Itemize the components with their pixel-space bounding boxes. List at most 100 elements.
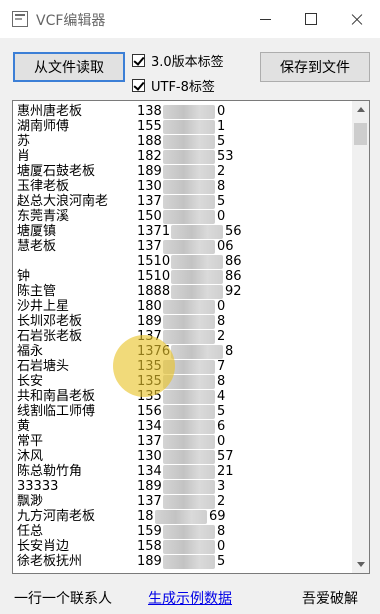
contact-phone-start: 1888 bbox=[137, 284, 171, 299]
redacted-phone-digits bbox=[163, 450, 215, 464]
contact-phone-start: 137 bbox=[137, 434, 162, 449]
scroll-up-icon[interactable] bbox=[352, 101, 369, 118]
one-contact-per-line-hint: 一行一个联系人 bbox=[14, 591, 112, 607]
contact-row: 湖南师傅 155 1 bbox=[17, 119, 347, 134]
contacts-list: 惠州唐老板 138 0 湖南师傅 155 1 苏 188 5 肖 182 53 塘厦石鼓老板 189 2 玉律… bbox=[17, 104, 347, 569]
redacted-phone-digits bbox=[163, 420, 215, 434]
contact-phone-end: 5 bbox=[217, 554, 226, 569]
minimize-icon[interactable] bbox=[242, 0, 288, 38]
contact-row: 共和南昌老板 135 4 bbox=[17, 389, 347, 404]
contact-row: 塘厦石鼓老板 189 2 bbox=[17, 164, 347, 179]
scroll-down-icon[interactable] bbox=[352, 556, 369, 573]
contact-name: 九方河南老板 bbox=[17, 509, 96, 524]
vertical-scrollbar[interactable] bbox=[352, 101, 369, 573]
contact-row: 东莞青溪 150 0 bbox=[17, 209, 347, 224]
contact-phone-end: 6 bbox=[217, 419, 226, 434]
redacted-phone-digits bbox=[163, 465, 215, 479]
contact-row: 飘渺 137 2 bbox=[17, 494, 347, 509]
contact-name: 33333 bbox=[17, 479, 59, 494]
contact-phone-start: 189 bbox=[137, 554, 162, 569]
contact-row: 慧老板 137 06 bbox=[17, 239, 347, 254]
contact-phone-end: 56 bbox=[225, 224, 242, 239]
contact-name: 长圳邓老板 bbox=[17, 314, 83, 329]
contact-phone-start: 135 bbox=[137, 359, 162, 374]
utf8-tag-checkbox[interactable] bbox=[132, 79, 145, 92]
contact-name: 陈总勒竹角 bbox=[17, 464, 83, 479]
contact-row: 惠州唐老板 138 0 bbox=[17, 104, 347, 119]
contact-phone-start: 158 bbox=[137, 539, 162, 554]
contact-name: 沙井上星 bbox=[17, 299, 70, 314]
contact-phone-start: 135 bbox=[137, 374, 162, 389]
save-file-button[interactable]: 保存到文件 bbox=[260, 52, 370, 82]
redacted-phone-digits bbox=[163, 495, 215, 509]
contact-phone-start: 130 bbox=[137, 179, 162, 194]
contact-phone-end: 0 bbox=[217, 539, 226, 554]
contact-name: 肖 bbox=[17, 149, 31, 164]
window-title: VCF编辑器 bbox=[36, 13, 106, 29]
redacted-phone-digits bbox=[163, 555, 215, 569]
contact-phone-end: 5 bbox=[217, 194, 226, 209]
contact-row: 石岩张老板 137 2 bbox=[17, 329, 347, 344]
credit-label: 吾爱破解 bbox=[302, 591, 358, 607]
redacted-phone-digits bbox=[163, 315, 215, 329]
contact-phone-start: 182 bbox=[137, 149, 162, 164]
redacted-phone-digits bbox=[163, 195, 215, 209]
redacted-phone-digits bbox=[163, 390, 215, 404]
utf8-tag-option[interactable]: UTF-8标签 bbox=[132, 76, 215, 95]
redacted-phone-digits bbox=[171, 345, 223, 359]
redacted-phone-digits bbox=[163, 540, 215, 554]
redacted-phone-digits bbox=[163, 135, 215, 149]
redacted-phone-digits bbox=[171, 270, 223, 284]
generate-sample-data-link[interactable]: 生成示例数据 bbox=[148, 588, 232, 608]
contact-name: 沐风 bbox=[17, 449, 44, 464]
redacted-phone-digits bbox=[163, 120, 215, 134]
contact-phone-start: 137 bbox=[137, 494, 162, 509]
contact-phone-end: 8 bbox=[217, 179, 226, 194]
redacted-phone-digits bbox=[163, 180, 215, 194]
contact-phone-end: 1 bbox=[217, 119, 226, 134]
contact-phone-start: 137 bbox=[137, 239, 162, 254]
redacted-phone-digits bbox=[163, 300, 215, 314]
contact-phone-end: 69 bbox=[209, 509, 226, 524]
contact-phone-end: 8 bbox=[225, 344, 234, 359]
version-tag-option[interactable]: 3.0版本标签 bbox=[132, 51, 224, 70]
maximize-icon[interactable] bbox=[288, 0, 334, 38]
close-icon[interactable] bbox=[334, 0, 380, 38]
contact-name: 钟 bbox=[17, 269, 31, 284]
redacted-phone-digits bbox=[155, 510, 207, 524]
contact-name: 塘厦石鼓老板 bbox=[17, 164, 96, 179]
contact-name: 石岩塘头 bbox=[17, 359, 70, 374]
contact-phone-start: 1376 bbox=[137, 344, 171, 359]
contact-phone-start: 137 bbox=[137, 329, 162, 344]
contact-phone-start: 156 bbox=[137, 404, 162, 419]
contact-phone-end: 7 bbox=[217, 359, 226, 374]
version-tag-checkbox[interactable] bbox=[132, 54, 145, 67]
contact-phone-end: 53 bbox=[217, 149, 234, 164]
contact-name: 黄 bbox=[17, 419, 31, 434]
contact-name: 东莞青溪 bbox=[17, 209, 70, 224]
contact-phone-start: 137 bbox=[137, 194, 162, 209]
contact-phone-start: 189 bbox=[137, 314, 162, 329]
contact-row: 常平 137 0 bbox=[17, 434, 347, 449]
redacted-phone-digits bbox=[163, 435, 215, 449]
contact-name: 湖南师傅 bbox=[17, 119, 70, 134]
scroll-thumb[interactable] bbox=[354, 123, 367, 145]
contact-phone-end: 3 bbox=[217, 479, 226, 494]
contact-phone-start: 189 bbox=[137, 164, 162, 179]
contact-phone-end: 8 bbox=[217, 374, 226, 389]
contact-row: 福永 1376 8 bbox=[17, 344, 347, 359]
read-file-button[interactable]: 从文件读取 bbox=[13, 52, 125, 82]
contact-phone-end: 86 bbox=[225, 254, 242, 269]
redacted-phone-digits bbox=[163, 480, 215, 494]
contact-row: 塘厦镇 1371 56 bbox=[17, 224, 347, 239]
contacts-textbox[interactable]: 惠州唐老板 138 0 湖南师傅 155 1 苏 188 5 肖 182 53 塘厦石鼓老板 189 2 玉律… bbox=[12, 100, 370, 574]
contact-row: 石岩塘头 135 7 bbox=[17, 359, 347, 374]
contact-row: 黄 134 6 bbox=[17, 419, 347, 434]
contact-name: 玉律老板 bbox=[17, 179, 70, 194]
contact-phone-start: 18 bbox=[137, 509, 154, 524]
contact-phone-end: 92 bbox=[225, 284, 242, 299]
contact-row: 肖 182 53 bbox=[17, 149, 347, 164]
contact-row: 陈总勒竹角 134 21 bbox=[17, 464, 347, 479]
contact-phone-end: 8 bbox=[217, 524, 226, 539]
contact-row: 长安 135 8 bbox=[17, 374, 347, 389]
